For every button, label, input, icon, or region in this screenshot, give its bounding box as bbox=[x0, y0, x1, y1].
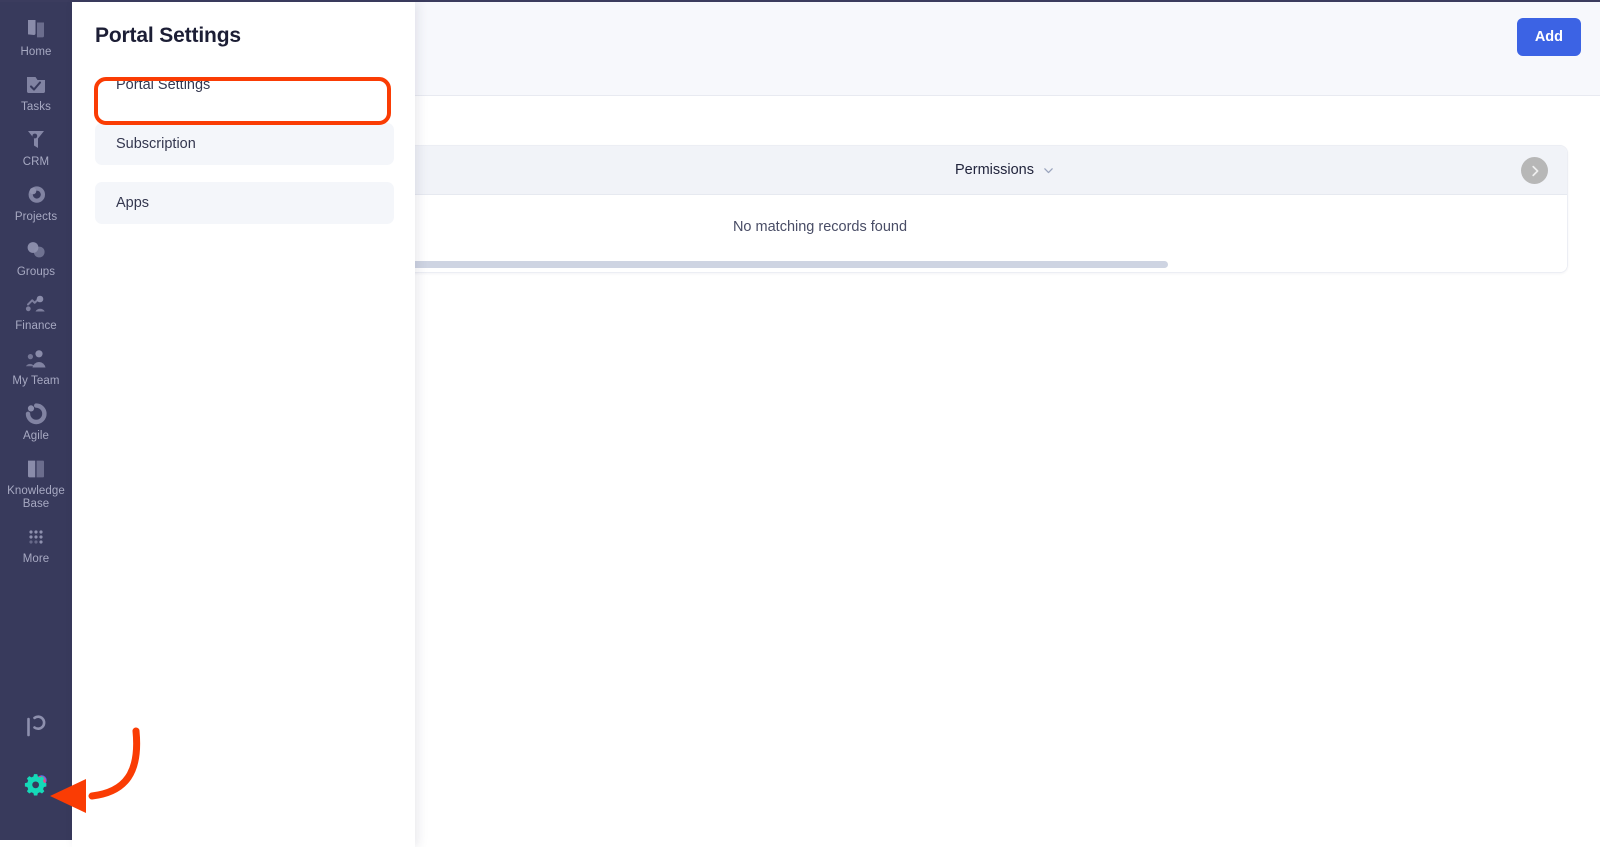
scroll-right-button[interactable] bbox=[1521, 157, 1548, 184]
sidebar-item-tasks-label: Tasks bbox=[21, 100, 51, 113]
empty-state-message: No matching records found bbox=[732, 218, 908, 235]
groups-icon bbox=[23, 237, 49, 263]
finance-icon bbox=[23, 291, 49, 317]
sidebar-item-profile[interactable] bbox=[21, 698, 51, 756]
sidebar-item-crm[interactable]: CRM bbox=[0, 120, 72, 175]
knowledge-base-icon bbox=[23, 456, 49, 482]
my-team-icon bbox=[23, 346, 49, 372]
sidebar-item-projects-label: Projects bbox=[14, 210, 58, 223]
chevron-down-icon bbox=[1043, 165, 1054, 176]
sidebar-item-home-label: Home bbox=[20, 46, 52, 58]
panel-item-subscription-label: Subscription bbox=[116, 136, 196, 152]
panel-item-apps-label: Apps bbox=[116, 195, 150, 211]
sidebar-item-agile-label: Agile bbox=[22, 430, 50, 443]
app-sidebar: Home Tasks CRM Projects Groups Finance M… bbox=[0, 2, 72, 840]
tasks-icon bbox=[23, 72, 49, 98]
sidebar-item-my-team-label: My Team bbox=[12, 375, 60, 388]
app-root: Add Name API key bbox=[0, 0, 1600, 847]
agile-icon bbox=[23, 401, 49, 427]
sidebar-item-tasks[interactable]: Tasks bbox=[0, 65, 72, 120]
panel-item-apps[interactable]: Apps bbox=[95, 182, 394, 224]
sidebar-item-groups-label: Groups bbox=[16, 265, 56, 278]
home-icon bbox=[23, 17, 49, 43]
sidebar-bottom-actions bbox=[0, 698, 72, 840]
panel-item-subscription[interactable]: Subscription bbox=[95, 123, 394, 165]
settings-gear-icon bbox=[21, 770, 51, 800]
sidebar-item-agile[interactable]: Agile bbox=[0, 394, 72, 449]
sidebar-item-crm-label: CRM bbox=[22, 155, 50, 168]
chevron-right-icon bbox=[1528, 164, 1542, 178]
projects-icon bbox=[23, 182, 49, 208]
sidebar-item-more[interactable]: More bbox=[0, 517, 72, 572]
panel-item-portal-settings-label: Portal Settings bbox=[116, 77, 211, 93]
add-button[interactable]: Add bbox=[1516, 18, 1581, 56]
crm-icon bbox=[23, 127, 49, 153]
sidebar-item-groups[interactable]: Groups bbox=[0, 230, 72, 285]
sidebar-item-projects[interactable]: Projects bbox=[0, 175, 72, 230]
panel-title: Portal Settings bbox=[95, 24, 241, 47]
sidebar-nav-list: Home Tasks CRM Projects Groups Finance M… bbox=[0, 2, 72, 698]
sidebar-item-finance-label: Finance bbox=[15, 320, 57, 333]
column-header-permissions[interactable]: Permissions bbox=[941, 146, 1161, 195]
sidebar-item-finance[interactable]: Finance bbox=[0, 284, 72, 339]
sidebar-item-my-team[interactable]: My Team bbox=[0, 339, 72, 394]
portal-settings-panel: Portal Settings Portal Settings Subscrip… bbox=[72, 2, 415, 847]
panel-item-portal-settings[interactable]: Portal Settings bbox=[95, 64, 394, 106]
more-grid-icon bbox=[23, 524, 49, 550]
panel-menu-list: Portal Settings Subscription Apps bbox=[95, 64, 394, 241]
column-header-permissions-label: Permissions bbox=[955, 162, 1034, 178]
sidebar-item-settings[interactable] bbox=[21, 756, 51, 814]
profile-icon bbox=[21, 712, 51, 742]
sidebar-item-knowledge-base-label: Knowledge Base bbox=[7, 485, 65, 510]
sidebar-item-knowledge-base[interactable]: Knowledge Base bbox=[0, 449, 72, 517]
sidebar-item-home[interactable]: Home bbox=[0, 10, 72, 65]
sidebar-item-more-label: More bbox=[22, 552, 50, 565]
